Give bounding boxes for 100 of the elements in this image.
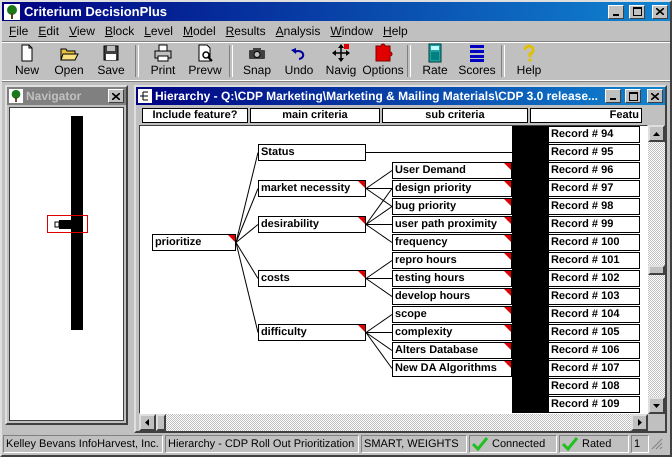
close-icon: [651, 92, 659, 100]
criterion-node[interactable]: desirability: [258, 216, 366, 233]
record-node[interactable]: Record # 98: [548, 198, 640, 215]
close-button[interactable]: [108, 89, 124, 103]
status-text: Kelley Bevans InfoHarvest, Inc.: [6, 438, 159, 450]
menu-item[interactable]: Level: [139, 24, 178, 38]
scroll-thumb[interactable]: [648, 265, 665, 275]
menu-item[interactable]: Help: [378, 24, 413, 38]
record-node[interactable]: Record # 97: [548, 180, 640, 197]
column-header[interactable]: main criteria: [250, 108, 380, 123]
sub-criterion-node[interactable]: complexity: [392, 324, 512, 341]
record-node[interactable]: Record # 104: [548, 306, 640, 323]
sub-criterion-node[interactable]: frequency: [392, 234, 512, 251]
window-title: Hierarchy - Q:\CDP Marketing\Marketing & Mailing Materials\CDP 3.0 release...: [154, 89, 598, 103]
menu-item[interactable]: Analysis: [270, 24, 326, 38]
sub-criterion-node[interactable]: User Demand: [392, 162, 512, 179]
tree-icon: [9, 89, 23, 103]
toolbar-button[interactable]: Snap: [236, 43, 278, 79]
menu-item[interactable]: Block: [100, 24, 140, 38]
record-node[interactable]: Record # 106: [548, 342, 640, 359]
printer-icon: [153, 43, 173, 63]
record-node[interactable]: Record # 101: [548, 252, 640, 269]
record-node[interactable]: Record # 95: [548, 144, 640, 161]
close-button[interactable]: [647, 89, 663, 103]
toolbar-button[interactable]: Undo: [278, 43, 320, 79]
minimize-button[interactable]: [608, 4, 624, 18]
scroll-left-button[interactable]: [138, 414, 156, 431]
scroll-right-button[interactable]: [631, 414, 648, 431]
record-node[interactable]: Record # 108: [548, 378, 640, 395]
status-text: 1: [634, 438, 640, 450]
window-title: Navigator: [26, 89, 82, 103]
status-text: Rated: [582, 438, 612, 450]
menu-item[interactable]: Edit: [33, 24, 64, 38]
criterion-node[interactable]: market necessity: [258, 180, 366, 197]
compass-arrows-icon: [331, 43, 351, 63]
criterion-node[interactable]: costs: [258, 270, 366, 287]
toolbar-button[interactable]: New: [6, 43, 48, 79]
sub-criterion-node[interactable]: Alters Database: [392, 342, 512, 359]
criterion-node[interactable]: Status: [258, 144, 366, 161]
sub-criterion-node[interactable]: bug priority: [392, 198, 512, 215]
up-arrow-icon: [653, 132, 660, 136]
column-header[interactable]: Featu: [530, 108, 642, 123]
sub-criterion-node[interactable]: develop hours: [392, 288, 512, 305]
minimize-icon: [613, 14, 619, 16]
close-icon: [656, 8, 664, 15]
sub-criterion-node[interactable]: design priority: [392, 180, 512, 197]
stacked-bars-icon: [467, 43, 487, 63]
goal-node[interactable]: prioritize: [152, 234, 236, 251]
maximize-button[interactable]: [625, 89, 641, 103]
status-text: Connected: [492, 438, 546, 450]
toolbar-button[interactable]: Prevw: [184, 43, 226, 79]
resize-grip-icon[interactable]: [651, 438, 663, 450]
menu-item[interactable]: View: [64, 24, 100, 38]
close-button[interactable]: [652, 4, 668, 18]
vertical-scrollbar[interactable]: [648, 125, 665, 414]
record-node[interactable]: Record # 107: [548, 360, 640, 377]
column-header[interactable]: Include feature?: [142, 108, 248, 123]
record-node[interactable]: Record # 105: [548, 324, 640, 341]
record-node[interactable]: Record # 94: [548, 126, 640, 143]
toolbar-button[interactable]: Navig: [320, 43, 362, 79]
maximize-icon: [628, 92, 638, 100]
scroll-up-button[interactable]: [648, 125, 665, 142]
criterion-node[interactable]: difficulty: [258, 324, 366, 341]
horizontal-scrollbar[interactable]: [138, 414, 665, 431]
minimize-button[interactable]: [605, 89, 621, 103]
maximize-icon: [632, 7, 642, 16]
toolbar-button[interactable]: Rate: [414, 43, 456, 79]
sub-criterion-node[interactable]: repro hours: [392, 252, 512, 269]
sub-criterion-node[interactable]: New DA Algorithms: [392, 360, 512, 377]
toolbar-button[interactable]: Save: [90, 43, 132, 79]
sub-criterion-node[interactable]: scope: [392, 306, 512, 323]
record-node[interactable]: Record # 102: [548, 270, 640, 287]
menu-item[interactable]: File: [4, 24, 34, 38]
record-node[interactable]: Record # 99: [548, 216, 640, 233]
column-header[interactable]: sub criteria: [382, 108, 528, 123]
sub-criterion-node[interactable]: user path proximity: [392, 216, 512, 233]
menu-item[interactable]: Model: [178, 24, 221, 38]
close-icon: [112, 92, 120, 100]
toolbar-button[interactable]: Options: [362, 43, 404, 79]
record-node[interactable]: Record # 109: [548, 396, 640, 413]
tree-icon: [4, 4, 20, 20]
minimize-icon: [610, 98, 616, 100]
toolbar-button[interactable]: Help: [508, 43, 550, 79]
puzzle-piece-icon: [373, 43, 393, 63]
toolbar-button[interactable]: Open: [48, 43, 90, 79]
left-arrow-icon: [145, 419, 150, 426]
menu-item[interactable]: Results: [220, 24, 271, 38]
record-node[interactable]: Record # 100: [548, 234, 640, 251]
scroll-thumb[interactable]: [156, 414, 166, 431]
scroll-down-button[interactable]: [648, 397, 665, 414]
sub-criterion-node[interactable]: testing hours: [392, 270, 512, 287]
window-title: Criterium DecisionPlus: [24, 4, 168, 19]
toolbar-button[interactable]: Scores: [456, 43, 498, 79]
toolbar-button[interactable]: Print: [142, 43, 184, 79]
menu-item[interactable]: Window: [325, 24, 378, 38]
status-text: SMART, WEIGHTS: [364, 438, 459, 450]
right-arrow-icon: [638, 419, 642, 426]
record-node[interactable]: Record # 103: [548, 288, 640, 305]
maximize-button[interactable]: [629, 4, 645, 18]
record-node[interactable]: Record # 96: [548, 162, 640, 179]
